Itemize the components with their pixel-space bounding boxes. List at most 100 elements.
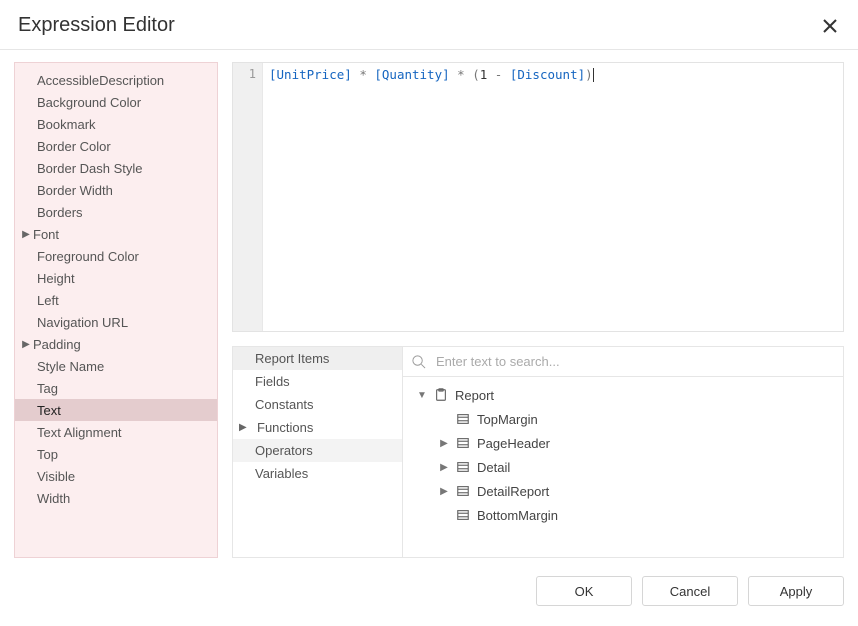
close-button[interactable] [820,16,840,36]
property-item-label: Height [37,271,75,286]
property-item[interactable]: Borders [15,201,217,223]
tree-node-label: PageHeader [477,436,550,451]
category-list[interactable]: Report Items Fields Constants ▶ Functions Ope… [233,347,403,557]
items-panel: ▼ Report TopMargin ▶ PageHeader ▶ Detail ▶ Detai… [403,347,843,557]
property-item-label: Bookmark [37,117,96,132]
band-icon [455,411,471,427]
category-item[interactable]: Operators [233,439,402,462]
editor-code-area[interactable]: [UnitPrice] * [Quantity] * (1 - [Discoun… [263,63,843,331]
close-icon [822,18,838,34]
report-items-tree[interactable]: ▼ Report TopMargin ▶ PageHeader ▶ Detail ▶ Detai… [403,377,843,557]
property-item[interactable]: Border Color [15,135,217,157]
property-item[interactable]: Height [15,267,217,289]
token-close-paren: ) [585,67,593,82]
property-item[interactable]: Background Color [15,91,217,113]
token-op-star2: * [450,67,473,82]
property-item-label: Border Dash Style [37,161,143,176]
category-item-label: Functions [257,420,313,435]
clipboard-icon [433,387,449,403]
property-item[interactable]: Visible [15,465,217,487]
tree-node-label: Report [455,388,494,403]
line-number: 1 [233,67,256,81]
expression-code-editor[interactable]: 1 [UnitPrice] * [Quantity] * (1 - [Disco… [232,62,844,332]
property-item[interactable]: Tag [15,377,217,399]
token-op-star1: * [352,67,375,82]
tree-node-label: Detail [477,460,510,475]
tree-toggle-icon[interactable]: ▼ [415,390,429,401]
property-item-label: Border Color [37,139,111,154]
property-item-label: Border Width [37,183,113,198]
category-item[interactable]: Variables [233,462,402,485]
category-item[interactable]: ▶ Functions [233,416,402,439]
property-item[interactable]: ▶Padding [15,333,217,355]
tree-node[interactable]: ▼ Report [407,383,839,407]
tree-toggle-icon[interactable]: ▶ [437,462,451,473]
category-item[interactable]: Report Items [233,347,402,370]
property-item-label: Tag [37,381,58,396]
properties-panel[interactable]: AccessibleDescription Background Color Boo… [14,62,218,558]
property-item[interactable]: Border Width [15,179,217,201]
search-input[interactable] [434,353,835,370]
property-item-label: Navigation URL [37,315,128,330]
property-item[interactable]: Text [15,399,217,421]
token-field-unitprice: [UnitPrice] [269,67,352,82]
category-item[interactable]: Fields [233,370,402,393]
token-field-discount: [Discount] [510,67,585,82]
apply-button[interactable]: Apply [748,576,844,606]
token-op-minus: - [487,67,510,82]
category-item-label: Constants [255,397,314,412]
expand-arrow-icon: ▶ [239,422,249,433]
property-item-label: Text [37,403,61,418]
property-item[interactable]: Border Dash Style [15,157,217,179]
search-icon [411,354,426,369]
category-item-label: Report Items [255,351,329,366]
token-open-paren: ( [472,67,480,82]
category-item-label: Variables [255,466,308,481]
tree-node-label: DetailReport [477,484,549,499]
property-item[interactable]: ▶Font [15,223,217,245]
property-item-label: AccessibleDescription [37,73,164,88]
cancel-button[interactable]: Cancel [642,576,738,606]
property-item-label: Left [37,293,59,308]
right-pane: 1 [UnitPrice] * [Quantity] * (1 - [Disco… [232,62,844,558]
editor-gutter: 1 [233,63,263,331]
tree-toggle-icon[interactable]: ▶ [437,438,451,449]
property-item-label: Foreground Color [37,249,139,264]
property-item[interactable]: Width [15,487,217,509]
editor-caret [593,68,594,82]
property-item-label: Width [37,491,70,506]
dialog-header: Expression Editor [0,0,858,50]
property-item[interactable]: Top [15,443,217,465]
property-item-label: Text Alignment [37,425,122,440]
tree-node[interactable]: ▶ Detail [407,455,839,479]
band-icon [455,459,471,475]
property-item[interactable]: Navigation URL [15,311,217,333]
tree-node[interactable]: BottomMargin [407,503,839,527]
property-item[interactable]: AccessibleDescription [15,69,217,91]
ok-button[interactable]: OK [536,576,632,606]
dialog-body: AccessibleDescription Background Color Boo… [0,50,858,566]
tree-node-label: TopMargin [477,412,538,427]
tree-node-label: BottomMargin [477,508,558,523]
property-item[interactable]: Left [15,289,217,311]
tree-node[interactable]: ▶ DetailReport [407,479,839,503]
property-item[interactable]: Bookmark [15,113,217,135]
property-item-label: Style Name [37,359,104,374]
category-item-label: Fields [255,374,290,389]
dialog-title: Expression Editor [18,14,175,37]
dialog-footer: OK Cancel Apply [0,566,858,626]
property-item-label: Borders [37,205,83,220]
category-item-label: Operators [255,443,313,458]
property-item-label: Font [33,227,59,242]
tree-node[interactable]: ▶ PageHeader [407,431,839,455]
property-item[interactable]: Foreground Color [15,245,217,267]
expression-editor-dialog: Expression Editor AccessibleDescription B… [0,0,858,626]
property-item[interactable]: Text Alignment [15,421,217,443]
tree-node[interactable]: TopMargin [407,407,839,431]
property-item-label: Visible [37,469,75,484]
category-item[interactable]: Constants [233,393,402,416]
property-item[interactable]: Style Name [15,355,217,377]
property-item-label: Background Color [37,95,141,110]
tree-toggle-icon[interactable]: ▶ [437,486,451,497]
token-field-quantity: [Quantity] [374,67,449,82]
